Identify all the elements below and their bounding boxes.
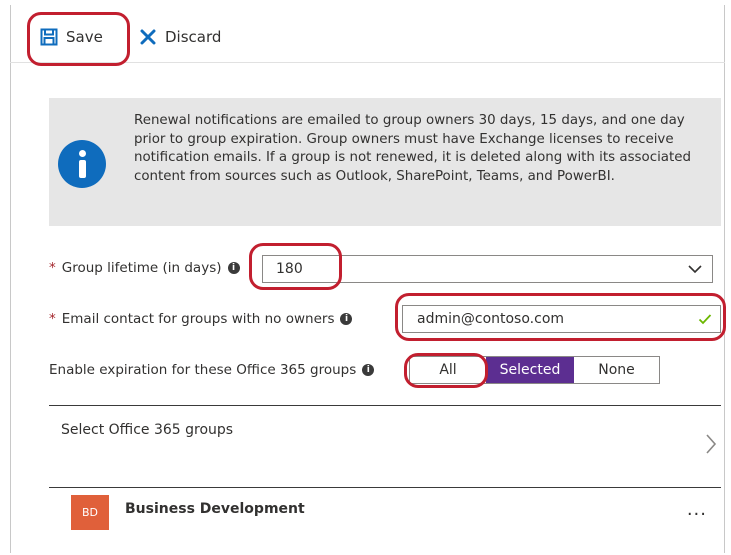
left-edge	[0, 0, 10, 555]
chevron-right-icon	[706, 434, 717, 454]
expiration-option-all[interactable]: All	[410, 357, 486, 383]
info-tooltip-icon[interactable]: i	[362, 364, 375, 376]
more-icon[interactable]: ···	[687, 504, 707, 525]
expiration-label-row: Enable expiration for these Office 365 g…	[49, 362, 375, 378]
avatar: BD	[71, 495, 109, 530]
close-icon	[140, 29, 156, 45]
group-name: Business Development	[125, 501, 305, 517]
info-icon	[58, 140, 106, 188]
discard-label: Discard	[165, 28, 222, 46]
list-item[interactable]: BD Business Development ···	[49, 488, 721, 538]
email-value: admin@contoso.com	[417, 311, 565, 327]
select-groups-label: Select Office 365 groups	[61, 422, 234, 438]
lifetime-label-row: * Group lifetime (in days) i	[49, 260, 240, 276]
select-groups-row[interactable]: Select Office 365 groups	[49, 405, 721, 485]
info-tooltip-icon[interactable]: i	[340, 313, 353, 325]
lifetime-value: 180	[276, 261, 303, 277]
command-bar: Save Discard	[10, 5, 725, 63]
lifetime-label: Group lifetime (in days)	[61, 260, 222, 276]
save-label: Save	[66, 28, 103, 46]
info-text: Renewal notifications are emailed to gro…	[134, 113, 692, 184]
email-contact-input[interactable]: admin@contoso.com	[402, 305, 721, 333]
required-marker: *	[49, 311, 56, 327]
save-button[interactable]: Save	[40, 25, 103, 49]
expiration-label: Enable expiration for these Office 365 g…	[49, 362, 357, 378]
info-tooltip-icon[interactable]: i	[227, 262, 240, 274]
required-marker: *	[49, 260, 56, 276]
chevron-down-icon	[688, 265, 702, 274]
expiration-option-selected[interactable]: Selected	[486, 357, 574, 383]
email-label-row: * Email contact for groups with no owner…	[49, 311, 353, 327]
expiration-option-none[interactable]: None	[574, 357, 659, 383]
checkmark-icon	[698, 314, 712, 325]
save-icon	[40, 28, 58, 46]
email-label: Email contact for groups with no owners	[61, 311, 335, 327]
expiration-toggle-group: All Selected None	[409, 356, 660, 384]
discard-button[interactable]: Discard	[140, 25, 221, 49]
group-lifetime-select[interactable]: 180	[262, 255, 713, 283]
info-banner: Renewal notifications are emailed to gro…	[49, 98, 721, 226]
